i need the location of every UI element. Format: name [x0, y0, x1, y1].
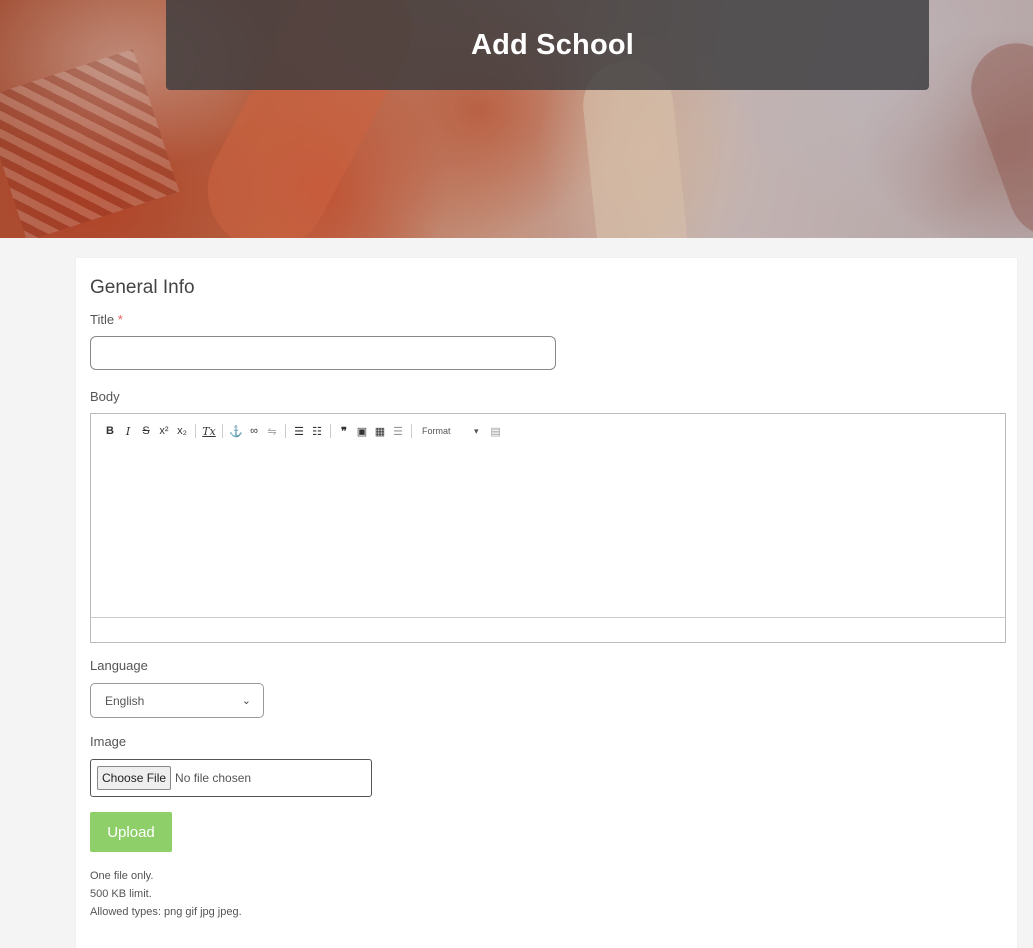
- image-label: Image: [90, 734, 127, 749]
- toolbar-separator: [411, 424, 412, 438]
- link-icon[interactable]: ∞: [245, 422, 263, 440]
- language-label: Language: [90, 658, 148, 673]
- italic-button[interactable]: I: [119, 422, 137, 440]
- required-marker: *: [117, 312, 123, 327]
- subscript-button[interactable]: x₂: [173, 422, 191, 440]
- chevron-down-icon: ⌄: [241, 695, 251, 707]
- image-icon[interactable]: ▣: [353, 422, 371, 440]
- toolbar-separator: [330, 424, 331, 438]
- help-text-size-limit: 500 KB limit.: [90, 888, 152, 900]
- horizontal-rule-icon[interactable]: ☰: [389, 422, 407, 440]
- upload-button[interactable]: Upload: [90, 812, 172, 852]
- title-input[interactable]: [90, 336, 556, 370]
- toolbar-separator: [195, 424, 196, 438]
- unlink-icon[interactable]: ⇋: [263, 422, 281, 440]
- format-caret-icon[interactable]: ▾: [474, 426, 479, 437]
- table-icon[interactable]: ▦: [371, 422, 389, 440]
- section-title: General Info: [90, 277, 195, 298]
- help-text-file-count: One file only.: [90, 870, 154, 882]
- title-label-text: Title: [90, 312, 115, 327]
- numbered-list-icon[interactable]: ☷: [308, 422, 326, 440]
- toolbar-separator: [222, 424, 223, 438]
- source-icon[interactable]: ▤: [487, 422, 505, 440]
- rich-text-editor: B I S x² x₂ Tx ⚓ ∞ ⇋ ☰ ☷ ❞ ▣ ▦ ☰ Format …: [90, 413, 1006, 643]
- page-title: Add School: [470, 28, 635, 61]
- blockquote-icon[interactable]: ❞: [335, 422, 353, 440]
- no-file-text: No file chosen: [175, 771, 252, 785]
- body-label: Body: [90, 389, 120, 404]
- page-title-bar: Add School: [166, 0, 929, 90]
- editor-toolbar: B I S x² x₂ Tx ⚓ ∞ ⇋ ☰ ☷ ❞ ▣ ▦ ☰ Format …: [101, 422, 505, 440]
- editor-content-area[interactable]: [91, 448, 1005, 617]
- editor-status-bar: [91, 617, 1005, 642]
- bulleted-list-icon[interactable]: ☰: [290, 422, 308, 440]
- file-input[interactable]: Choose File No file chosen: [90, 759, 372, 797]
- toolbar-separator: [285, 424, 286, 438]
- bold-button[interactable]: B: [101, 422, 119, 440]
- form-card: General Info Title * Body B I S x² x₂ Tx…: [76, 258, 1017, 948]
- language-select[interactable]: English ⌄: [90, 683, 264, 718]
- format-dropdown[interactable]: Format: [422, 426, 474, 436]
- language-selected-value: English: [105, 693, 145, 708]
- choose-file-button[interactable]: Choose File: [97, 766, 172, 790]
- title-label: Title *: [90, 312, 123, 327]
- anchor-icon[interactable]: ⚓: [227, 422, 245, 440]
- remove-format-button[interactable]: Tx: [200, 422, 218, 440]
- strikethrough-button[interactable]: S: [137, 422, 155, 440]
- superscript-button[interactable]: x²: [155, 422, 173, 440]
- help-text-allowed-types: Allowed types: png gif jpg jpeg.: [90, 906, 242, 918]
